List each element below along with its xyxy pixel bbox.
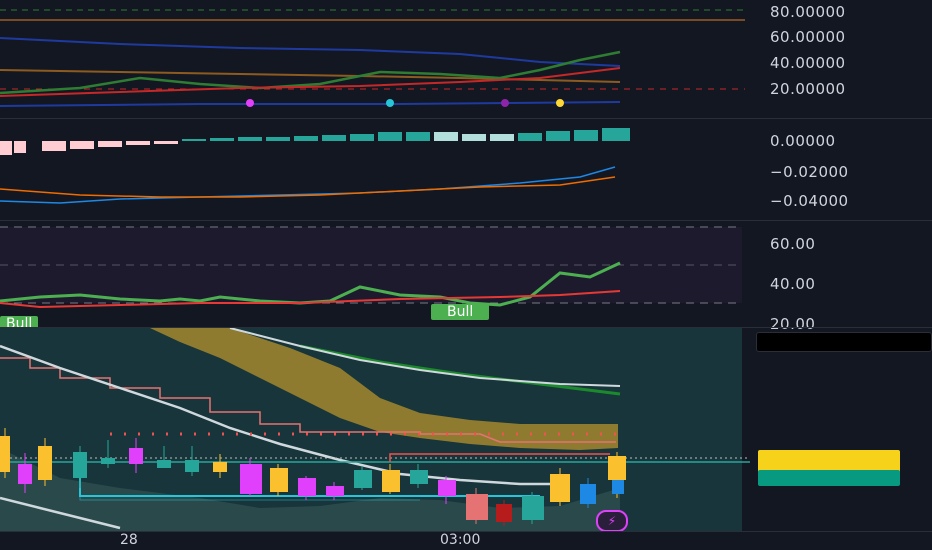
axis-tick: 80.00000	[770, 3, 846, 21]
bull-label: Bull	[431, 304, 490, 320]
axis-tick: −0.04000	[770, 192, 849, 210]
axis-tick: 20.00000	[770, 80, 846, 98]
indicator-3-price-axis[interactable]: 60.00 40.00 20.00	[752, 221, 932, 333]
axis-tick: 0.00000	[770, 132, 836, 150]
time-axis[interactable]: 28 03:00	[0, 532, 760, 550]
indicator-2-price-axis[interactable]: 0.00000 −0.02000 −0.04000	[752, 119, 932, 220]
indicator-1-plot	[0, 9, 745, 107]
price-plot	[0, 328, 750, 531]
axis-tick: 40.00000	[770, 54, 846, 72]
main-price-axis[interactable]	[752, 328, 932, 531]
axis-tick: −0.02000	[770, 163, 849, 181]
indicator-pane-2[interactable]: 0.00000 −0.02000 −0.04000	[0, 119, 932, 220]
time-label: 28	[120, 532, 138, 548]
axis-tick: 60.00000	[770, 28, 846, 46]
histogram-bars	[0, 128, 630, 155]
axis-tick: 40.00	[770, 275, 816, 293]
current-price-badge	[758, 470, 900, 486]
axis-tick: 60.00	[770, 235, 816, 253]
main-chart-pane[interactable]: ⚡	[0, 328, 932, 532]
indicator-pane-3[interactable]: Bull Bull 60.00 40.00 20.00	[0, 221, 932, 333]
indicator-3-plot	[0, 226, 742, 309]
indicator-pane-1[interactable]: 80.00000 60.00000 40.00000 20.00000	[0, 0, 932, 118]
currency-selector[interactable]	[756, 332, 932, 352]
lightning-icon[interactable]: ⚡	[596, 510, 628, 532]
time-label: 03:00	[440, 532, 481, 548]
indicator-2-plot	[0, 128, 630, 204]
indicator-1-price-axis[interactable]: 80.00000 60.00000 40.00000 20.00000	[752, 0, 932, 118]
